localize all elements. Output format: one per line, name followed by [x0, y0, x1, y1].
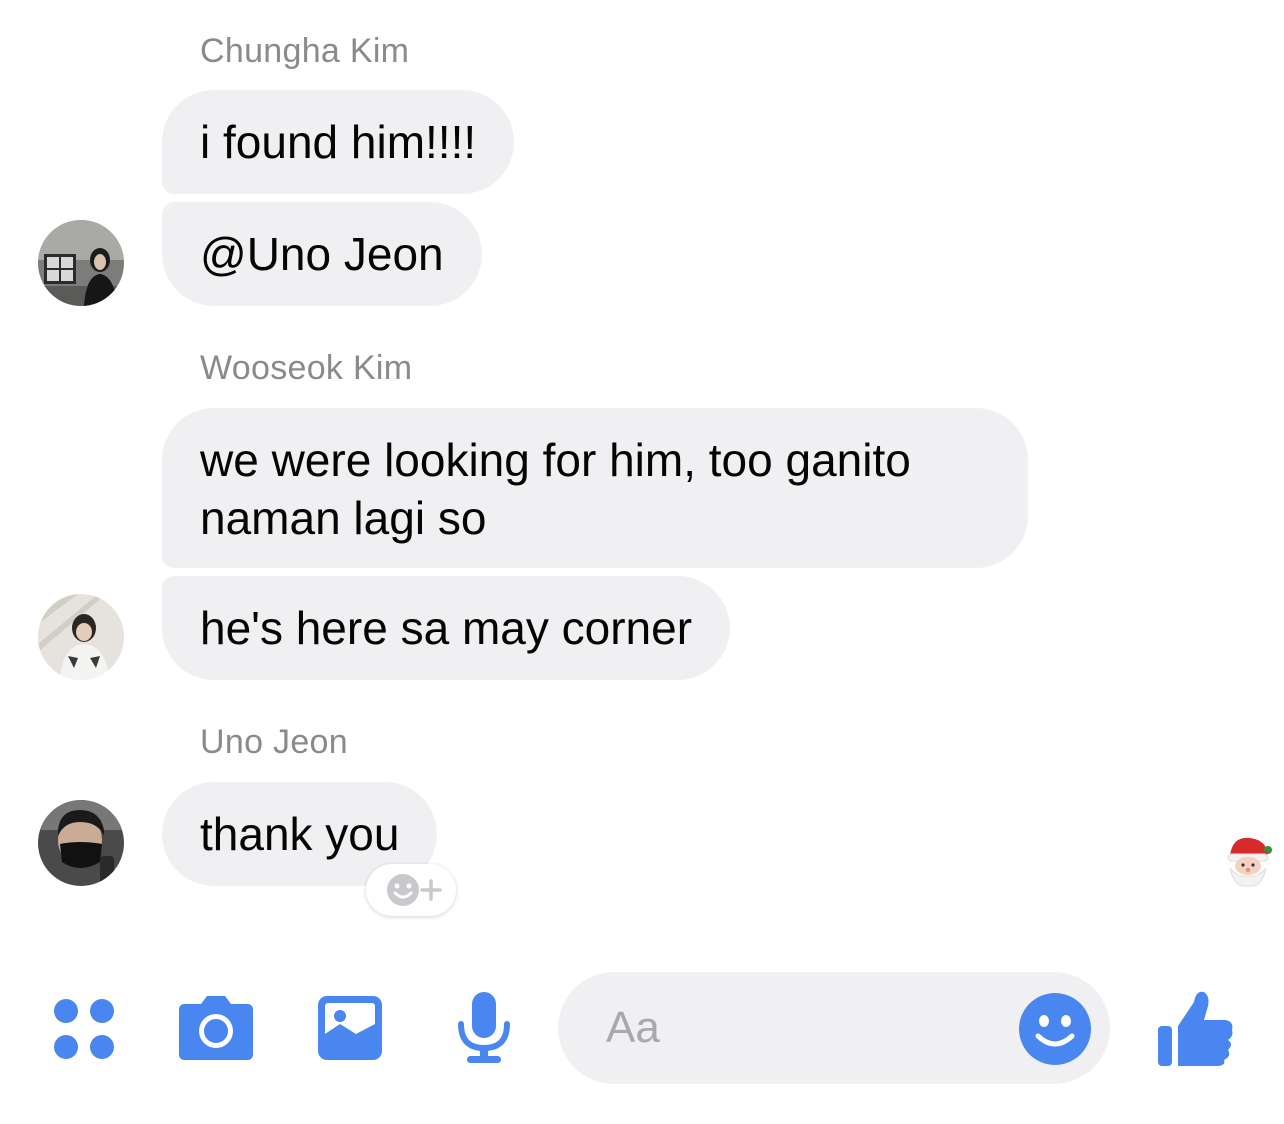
message-bubble[interactable]: we were looking for him, too ganito nama… — [162, 408, 1028, 568]
emoji-icon[interactable] — [1018, 992, 1092, 1071]
santa-icon[interactable] — [1222, 834, 1274, 888]
avatar-chungha[interactable] — [38, 220, 124, 306]
apps-icon[interactable] — [52, 997, 116, 1066]
sender-name-uno: Uno Jeon — [200, 723, 348, 761]
message-input-field[interactable] — [558, 972, 1110, 1084]
message-bubble[interactable]: he's here sa may corner — [162, 576, 731, 680]
gallery-icon[interactable] — [316, 994, 384, 1067]
message-bubble[interactable]: i found him!!!! — [162, 90, 515, 194]
message-input[interactable] — [606, 998, 1006, 1058]
add-reaction-button[interactable] — [366, 864, 456, 916]
sender-name-chungha: Chungha Kim — [200, 32, 410, 70]
sender-name-wooseok: Wooseok Kim — [200, 349, 413, 387]
camera-icon[interactable] — [177, 994, 255, 1067]
add-reaction-icon — [387, 874, 442, 906]
microphone-icon[interactable] — [455, 990, 513, 1071]
avatar-uno[interactable] — [38, 800, 124, 886]
avatar-wooseok[interactable] — [38, 594, 124, 680]
message-bubble[interactable]: @Uno Jeon — [162, 202, 482, 306]
like-icon[interactable] — [1156, 988, 1236, 1073]
